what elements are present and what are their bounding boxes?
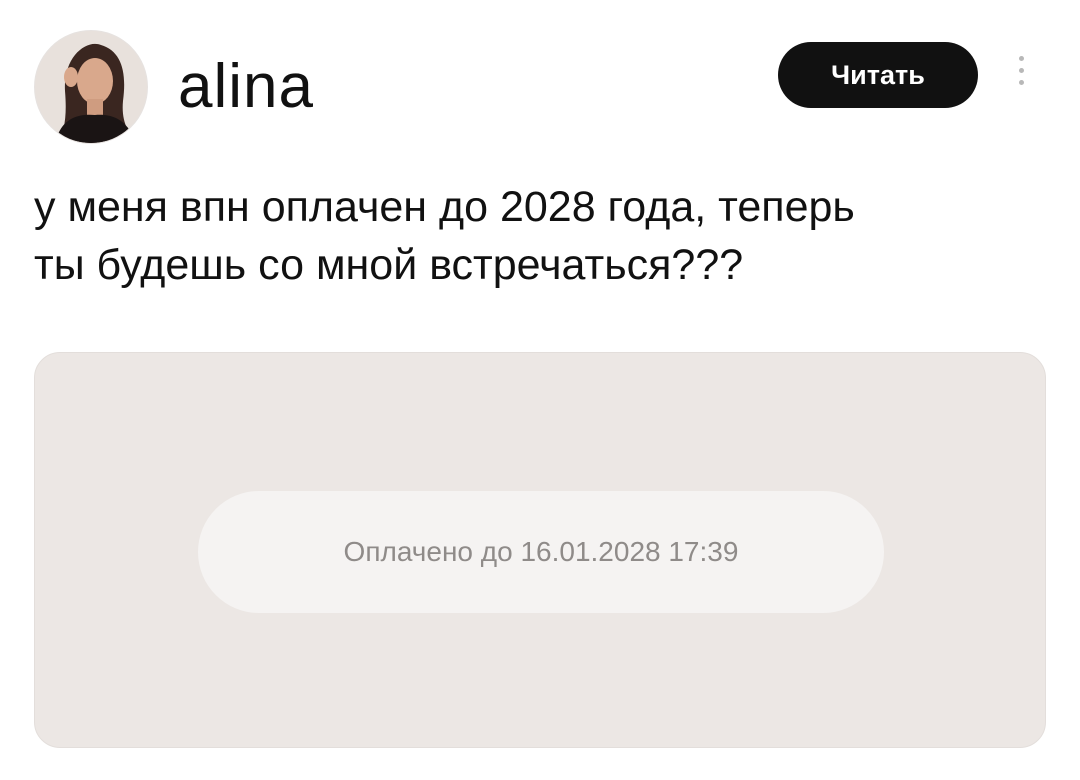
post-card: alina Читать у меня впн оплачен до 2028 … [0,0,1080,780]
payment-status-pill: Оплачено до 16.01.2028 17:39 [198,491,884,613]
profile-photo-icon [35,31,147,143]
dot [1018,56,1024,61]
follow-button[interactable]: Читать [778,42,978,108]
more-options-icon[interactable] [1014,56,1028,96]
post-text: у меня впн оплачен до 2028 года, теперь … [34,183,855,289]
dot [1018,80,1024,85]
dot [1018,68,1024,73]
avatar[interactable] [34,30,148,144]
attached-screenshot[interactable]: Оплачено до 16.01.2028 17:39 [34,352,1046,748]
username[interactable]: alina [178,52,314,122]
